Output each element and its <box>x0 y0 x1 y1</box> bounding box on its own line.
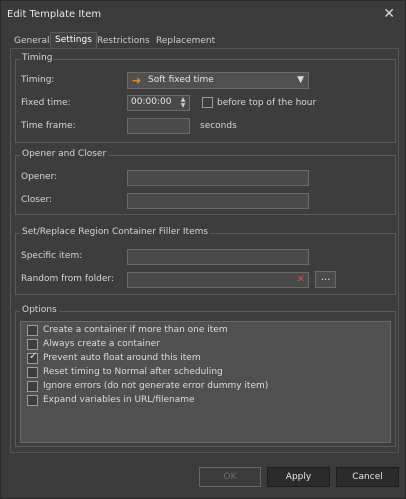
window-title: Edit Template Item <box>7 9 102 20</box>
timing-dropdown-value: Soft fixed time <box>148 75 214 85</box>
title-bar: Edit Template Item ✕ <box>1 1 405 29</box>
arrow-right-icon: ➜ <box>132 74 142 87</box>
option-checkbox[interactable] <box>27 339 38 350</box>
cancel-button[interactable]: Cancel <box>336 467 399 487</box>
timing-group-label: Timing <box>20 53 55 63</box>
before-top-label: before top of the hour <box>217 98 317 108</box>
time-frame-label: Time frame: <box>21 121 76 131</box>
fixed-time-input[interactable]: 00:00:00 ▲ ▼ <box>127 95 190 111</box>
specific-item-label: Specific item: <box>21 251 83 261</box>
edit-template-item-dialog: Edit Template Item ✕ General Settings Re… <box>0 0 406 499</box>
apply-button[interactable]: Apply <box>267 467 330 487</box>
tab-settings[interactable]: Settings <box>50 32 97 49</box>
option-checkbox[interactable] <box>27 381 38 392</box>
options-group-label: Options <box>20 305 59 315</box>
option-label: Create a container if more than one item <box>43 325 228 335</box>
opener-input[interactable] <box>127 170 309 186</box>
tab-replacement[interactable]: Replacement <box>152 34 219 49</box>
tab-general[interactable]: General <box>10 34 53 49</box>
time-frame-input[interactable] <box>127 118 190 134</box>
specific-item-input[interactable] <box>127 249 309 265</box>
random-folder-label: Random from folder: <box>21 274 114 284</box>
timing-group: Timing Timing: ➜ Soft fixed time ▼ Fixed… <box>15 53 396 143</box>
filler-items-group-label: Set/Replace Region Container Filler Item… <box>20 227 211 237</box>
timing-label: Timing: <box>21 75 55 85</box>
fixed-time-label: Fixed time: <box>21 98 71 108</box>
closer-input[interactable] <box>127 193 309 209</box>
closer-label: Closer: <box>21 195 53 205</box>
option-label: Expand variables in URL/filename <box>43 395 195 405</box>
opener-closer-group-label: Opener and Closer <box>20 149 109 159</box>
close-icon[interactable]: ✕ <box>383 6 395 22</box>
option-label: Ignore errors (do not generate error dum… <box>43 381 269 391</box>
ok-button[interactable]: OK <box>199 467 261 487</box>
option-label: Reset timing to Normal after scheduling <box>43 367 223 377</box>
tab-restrictions[interactable]: Restrictions <box>93 34 154 49</box>
option-checkbox[interactable] <box>27 395 38 406</box>
timing-dropdown[interactable]: ➜ Soft fixed time ▼ <box>127 72 309 89</box>
settings-tab-page: Timing Timing: ➜ Soft fixed time ▼ Fixed… <box>10 48 399 453</box>
before-top-checkbox[interactable] <box>202 97 213 108</box>
options-list: Create a container if more than one item… <box>20 321 391 443</box>
option-checkbox[interactable] <box>27 367 38 378</box>
opener-closer-group: Opener and Closer Opener: Closer: <box>15 149 396 215</box>
random-folder-input[interactable]: ✕ <box>127 272 309 288</box>
clear-x-icon[interactable]: ✕ <box>297 274 305 285</box>
options-group: Options Create a container if more than … <box>15 305 396 447</box>
seconds-label: seconds <box>200 121 237 131</box>
fixed-time-value: 00:00:00 <box>131 97 172 107</box>
option-checkbox[interactable] <box>27 351 38 364</box>
option-label: Always create a container <box>43 339 160 349</box>
opener-label: Opener: <box>21 172 58 182</box>
filler-items-group: Set/Replace Region Container Filler Item… <box>15 227 396 295</box>
browse-folder-button[interactable]: ... <box>315 271 336 288</box>
chevron-down-icon: ▼ <box>297 75 304 85</box>
spin-arrows-icon[interactable]: ▲ ▼ <box>178 97 188 110</box>
option-label: Prevent auto float around this item <box>43 353 201 363</box>
option-checkbox[interactable] <box>27 325 38 336</box>
